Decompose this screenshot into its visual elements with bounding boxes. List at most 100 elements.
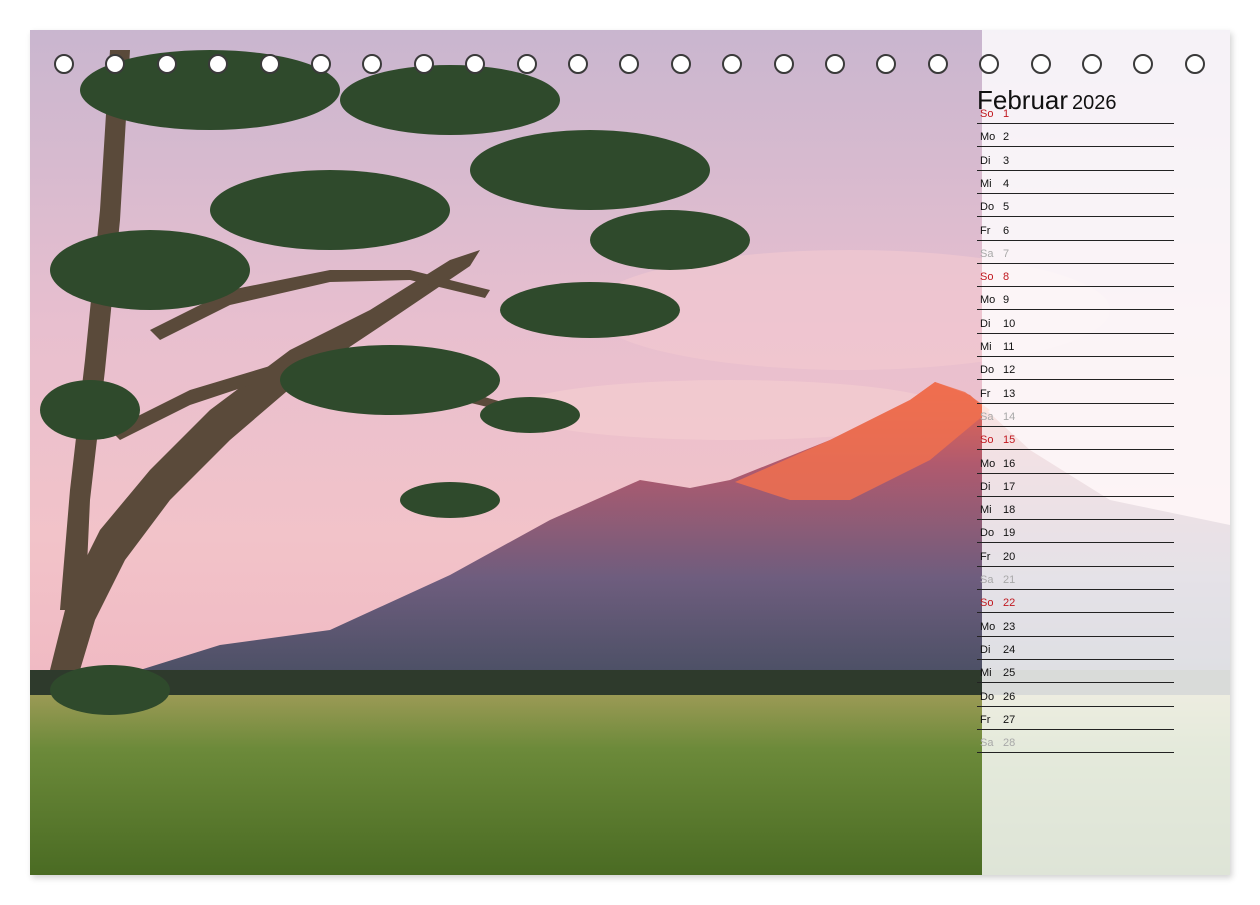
weekday-label: Fr [980,551,991,563]
binding-hole [774,54,794,74]
binding-hole [208,54,228,74]
day-number: 24 [1003,644,1016,656]
binding-hole [517,54,537,74]
binding-hole [1133,54,1153,74]
day-number: 25 [1003,667,1016,679]
day-number: 5 [1003,201,1010,213]
weekday-label: So [980,108,994,120]
day-row: Mo 2 [977,123,1174,147]
weekday-label: Mi [980,504,992,516]
binding-hole [928,54,948,74]
weekday-label: Fr [980,388,991,400]
day-row: Mo 9 [977,286,1174,310]
day-row: Mo 16 [977,450,1174,474]
day-number: 22 [1003,597,1016,609]
day-row: Do 19 [977,519,1174,543]
binding-hole [619,54,639,74]
day-row: Sa 28 [977,729,1174,753]
day-row: So 22 [977,589,1174,613]
day-number: 18 [1003,504,1016,516]
day-number: 23 [1003,621,1016,633]
day-number: 8 [1003,271,1010,283]
weekday-label: Do [980,527,995,539]
binding-hole [54,54,74,74]
day-row: Mi 11 [977,333,1174,357]
day-number: 15 [1003,434,1016,446]
day-number: 11 [1003,341,1015,353]
day-row: So 8 [977,263,1174,287]
day-row: So 15 [977,426,1174,450]
day-row: So 1 [977,100,1174,124]
day-number: 17 [1003,481,1016,493]
binding-hole [979,54,999,74]
day-number: 28 [1003,737,1016,749]
binding-hole [105,54,125,74]
binding-hole [1031,54,1051,74]
weekday-label: Do [980,691,995,703]
day-row: Mi 4 [977,170,1174,194]
binding-hole [1082,54,1102,74]
day-row: Do 12 [977,356,1174,380]
day-number: 12 [1003,364,1016,376]
binding-hole [568,54,588,74]
binding-hole [157,54,177,74]
day-row: Di 24 [977,636,1174,660]
weekday-label: Mo [980,458,996,470]
weekday-label: Mo [980,621,996,633]
day-number: 21 [1003,574,1016,586]
weekday-label: Di [980,644,991,656]
weekday-label: Mo [980,131,996,143]
day-row: Mo 23 [977,613,1174,637]
day-number: 4 [1003,178,1010,190]
weekday-label: Fr [980,714,991,726]
binding-holes [30,54,1230,80]
binding-hole [465,54,485,74]
weekday-label: Di [980,155,991,167]
weekday-label: Mi [980,341,992,353]
weekday-label: Sa [980,574,994,586]
weekday-label: Fr [980,225,991,237]
day-number: 20 [1003,551,1016,563]
weekday-label: So [980,597,994,609]
day-row: Fr 13 [977,380,1174,404]
day-number: 7 [1003,248,1010,260]
day-row: Di 17 [977,473,1174,497]
weekday-label: So [980,271,994,283]
binding-hole [362,54,382,74]
weekday-label: Mo [980,294,996,306]
day-row: Di 10 [977,310,1174,334]
binding-hole [671,54,691,74]
day-number: 6 [1003,225,1010,237]
binding-hole [825,54,845,74]
binding-hole [722,54,742,74]
day-row: Fr 27 [977,706,1174,730]
weekday-label: Do [980,364,995,376]
weekday-label: Di [980,481,991,493]
day-number: 16 [1003,458,1016,470]
weekday-label: Sa [980,737,994,749]
day-row: Sa 7 [977,240,1174,264]
day-number: 3 [1003,155,1010,167]
day-row: Sa 14 [977,403,1174,427]
weekday-label: Sa [980,411,994,423]
day-number: 1 [1003,108,1010,120]
binding-hole [876,54,896,74]
day-row: Mi 25 [977,659,1174,683]
day-number: 9 [1003,294,1010,306]
weekday-label: Mi [980,667,992,679]
day-number: 27 [1003,714,1016,726]
day-row: Sa 21 [977,566,1174,590]
day-number: 13 [1003,388,1016,400]
weekday-label: Sa [980,248,994,260]
binding-hole [260,54,280,74]
binding-hole [311,54,331,74]
day-row: Mi 18 [977,496,1174,520]
weekday-label: Di [980,318,991,330]
weekday-label: Do [980,201,995,213]
weekday-label: Mi [980,178,992,190]
day-number: 19 [1003,527,1016,539]
day-row: Do 26 [977,683,1174,707]
day-row: Di 3 [977,147,1174,171]
day-number: 2 [1003,131,1010,143]
day-number: 14 [1003,411,1016,423]
